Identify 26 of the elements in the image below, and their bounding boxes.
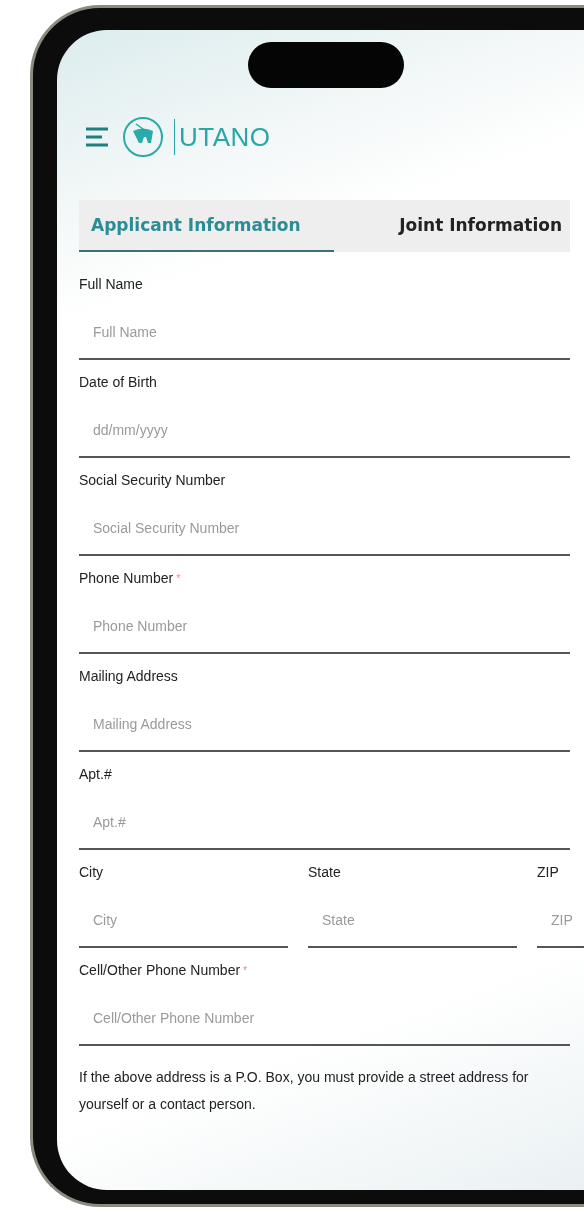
field-label: Phone Number * bbox=[79, 569, 181, 588]
input-field[interactable]: Mailing Address bbox=[79, 704, 570, 752]
field-label: Cell/Other Phone Number * bbox=[79, 961, 248, 980]
input-field[interactable]: Social Security Number bbox=[79, 508, 570, 556]
tab[interactable]: Joint Information bbox=[334, 200, 570, 252]
field-label: State bbox=[308, 863, 341, 882]
field-label: ZIP bbox=[537, 863, 559, 882]
input-field[interactable]: Apt.# bbox=[79, 802, 570, 850]
field-label: Social Security Number bbox=[79, 471, 226, 490]
field-label: Full Name bbox=[79, 275, 143, 294]
field-label: Date of Birth bbox=[79, 373, 157, 392]
brand-name: UTANO bbox=[174, 119, 271, 155]
required-mark: * bbox=[176, 572, 181, 584]
input-field[interactable]: City bbox=[79, 900, 288, 948]
input-field[interactable]: Phone Number bbox=[79, 606, 570, 654]
input-field[interactable]: Cell/Other Phone Number bbox=[79, 998, 570, 1046]
logo-icon bbox=[122, 116, 164, 158]
input-field[interactable]: ZIP bbox=[537, 900, 584, 948]
field-label: City bbox=[79, 863, 104, 882]
note-text: If the above address is a P.O. Box, you must provide a street address for yourself or a contact person. bbox=[79, 1068, 530, 1114]
input-field[interactable]: State bbox=[308, 900, 517, 948]
required-mark: * bbox=[243, 964, 248, 976]
field-label: Apt.# bbox=[79, 765, 112, 784]
input-field[interactable]: dd/mm/yyyy bbox=[79, 410, 570, 458]
field-label: Mailing Address bbox=[79, 667, 178, 686]
input-field[interactable]: Full Name bbox=[79, 312, 570, 360]
